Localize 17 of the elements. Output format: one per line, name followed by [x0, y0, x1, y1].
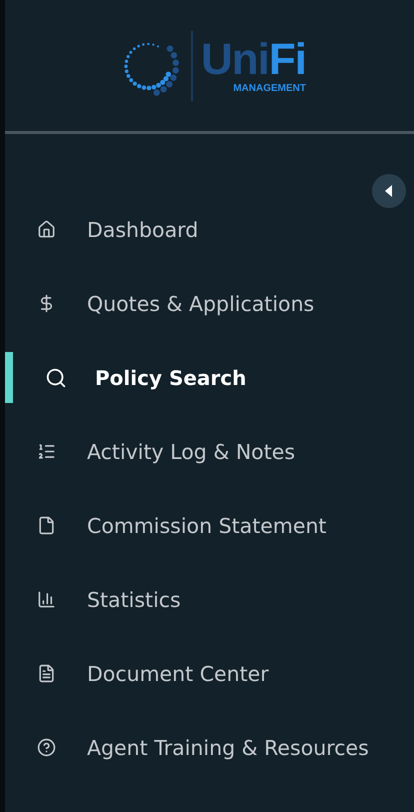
logo-wordmark: UniFi	[201, 38, 306, 82]
nav-item[interactable]: Agent Training & Resources	[5, 722, 414, 773]
nav-item[interactable]: Activity Log & Notes	[5, 426, 414, 477]
home-icon	[36, 220, 56, 239]
help-icon	[36, 738, 56, 757]
active-indicator	[5, 352, 13, 403]
nav-item[interactable]: Document Center	[5, 648, 414, 699]
nav-item[interactable]: Quotes & Applications	[5, 278, 414, 329]
logo-tagline: MANAGEMENT	[233, 84, 306, 94]
nav-item[interactable]: Statistics	[5, 574, 414, 625]
bar-chart-icon	[36, 590, 56, 609]
nav-item[interactable]: Commission Statement	[5, 500, 414, 551]
caret-icon	[384, 185, 394, 197]
nav-item[interactable]: Dashboard	[5, 204, 414, 255]
document-icon	[36, 516, 56, 535]
collapse-button[interactable]	[372, 174, 406, 208]
nav-item[interactable]: Policy Search	[5, 352, 414, 403]
